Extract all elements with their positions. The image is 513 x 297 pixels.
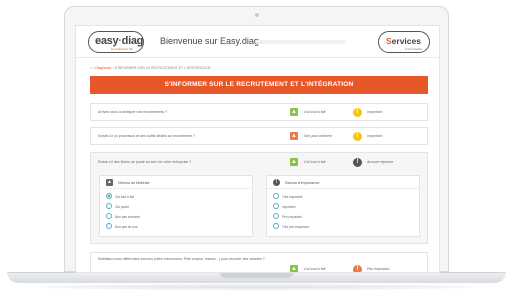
importance-card-header: ! Niveau d'importance: [267, 176, 419, 189]
option-label: Important: [282, 204, 296, 209]
importance-option[interactable]: Très peu important: [273, 223, 413, 230]
importance-icon: !: [353, 131, 362, 141]
radio-button[interactable]: [273, 203, 279, 209]
logo-word-diag: diag: [121, 35, 144, 47]
importance-card-title: Niveau d'importance: [285, 180, 320, 185]
radio-button[interactable]: [106, 213, 112, 219]
mastery-level-icon: ▲: [290, 132, 298, 140]
mastery-icon: ▲: [106, 179, 113, 186]
importance-card: ! Niveau d'importance Très important Imp…: [266, 175, 420, 237]
services-logo[interactable]: Services FranchiseMe: [378, 31, 430, 53]
breadcrumb-current: S'INFORMER SUR LE RECRUTEMENT ET L'INTÉG…: [114, 66, 211, 70]
services-word: ervices: [391, 36, 421, 46]
section-title: S'INFORMER SUR LE RECRUTEMENT ET L'INTÉG…: [164, 81, 354, 88]
question-text: Mobilisez-vous différentes sources (site…: [98, 257, 265, 261]
laptop-bezel: easy·diag by Franchise Me Bienvenue sur …: [64, 6, 449, 273]
mastery-option[interactable]: Non pas du tout: [106, 223, 246, 230]
option-label: Oui tout à fait: [115, 194, 134, 199]
mastery-answer: Oui tout à fait: [304, 160, 326, 164]
question-row[interactable]: Mobilisez-vous différentes sources (site…: [90, 252, 428, 272]
question-row[interactable]: Arrivez-vous à anticiper vos recrutement…: [90, 103, 428, 121]
question-row[interactable]: Existe-t-il un processus et des outils d…: [90, 127, 428, 145]
radio-button[interactable]: [106, 203, 112, 209]
importance-option[interactable]: Peu important: [273, 213, 413, 220]
radio-button[interactable]: [106, 223, 112, 229]
mastery-level-icon: ▲: [290, 158, 298, 166]
importance-answer: Peu important: [367, 267, 390, 271]
option-label: Peu important: [282, 214, 302, 219]
breadcrumb: ⌂ › Diagnostic › S'INFORMER SUR LE RECRU…: [90, 66, 210, 70]
option-label: Oui plutôt: [115, 204, 129, 209]
mastery-level-icon: ▲: [290, 108, 298, 116]
easydiag-logo[interactable]: easy·diag by Franchise Me: [88, 31, 144, 53]
app-header: easy·diag by Franchise Me Bienvenue sur …: [76, 26, 439, 58]
option-label: Non pas du tout: [115, 224, 138, 229]
mastery-card-header: ▲ Niveau de Maîtrise: [100, 176, 252, 189]
laptop-notch: [220, 273, 293, 278]
importance-icon: !: [353, 264, 362, 272]
question-text: Existe-t-il des fiches de poste au sein …: [98, 160, 192, 164]
question-expanded-panel: Existe-t-il des fiches de poste au sein …: [90, 152, 428, 244]
importance-icon: !: [353, 107, 362, 117]
header-placeholder-bar: [256, 40, 346, 44]
question-text: Arrivez-vous à anticiper vos recrutement…: [98, 110, 168, 114]
importance-answer: Important: [367, 134, 383, 138]
breadcrumb-diagnostic-link[interactable]: Diagnostic: [95, 66, 111, 70]
mastery-option[interactable]: Oui plutôt: [106, 203, 246, 210]
importance-icon: !: [353, 157, 362, 167]
radio-button[interactable]: [273, 223, 279, 229]
mastery-answer: Oui tout à fait: [304, 267, 326, 271]
radio-button[interactable]: [273, 193, 279, 199]
option-label: Non pas vraiment: [115, 214, 140, 219]
section-banner: S'INFORMER SUR LE RECRUTEMENT ET L'INTÉG…: [90, 76, 428, 94]
question-text: Existe-t-il un processus et des outils d…: [98, 134, 196, 138]
laptop-base: [7, 272, 506, 283]
option-label: Très important: [282, 194, 303, 199]
importance-answer: Important: [367, 110, 383, 114]
logo-subtitle: by Franchise Me: [111, 46, 134, 51]
laptop-shadow: [40, 284, 473, 290]
mastery-card: ▲ Niveau de Maîtrise Oui tout à fait Oui…: [99, 175, 253, 237]
radio-button[interactable]: [273, 213, 279, 219]
logo-word-easy: easy: [95, 35, 119, 47]
option-label: Très peu important: [282, 224, 309, 229]
importance-option[interactable]: Très important: [273, 193, 413, 200]
mastery-level-icon: ▲: [290, 265, 298, 272]
services-subtitle: FranchiseMe: [405, 47, 423, 51]
app-screen: easy·diag by Franchise Me Bienvenue sur …: [75, 25, 440, 273]
mastery-option[interactable]: Oui tout à fait: [106, 193, 246, 200]
mastery-answer: Oui tout à fait: [304, 110, 326, 114]
mastery-answer: Non pas vraiment: [304, 134, 333, 138]
importance-option[interactable]: Important: [273, 203, 413, 210]
importance-header-icon: !: [273, 179, 280, 186]
mastery-option[interactable]: Non pas vraiment: [106, 213, 246, 220]
radio-button[interactable]: [106, 193, 112, 199]
importance-answer: Aucune réponse: [367, 160, 394, 164]
mastery-card-title: Niveau de Maîtrise: [118, 180, 150, 185]
camera-icon: [255, 13, 259, 17]
welcome-title: Bienvenue sur Easy.diag: [160, 36, 259, 46]
